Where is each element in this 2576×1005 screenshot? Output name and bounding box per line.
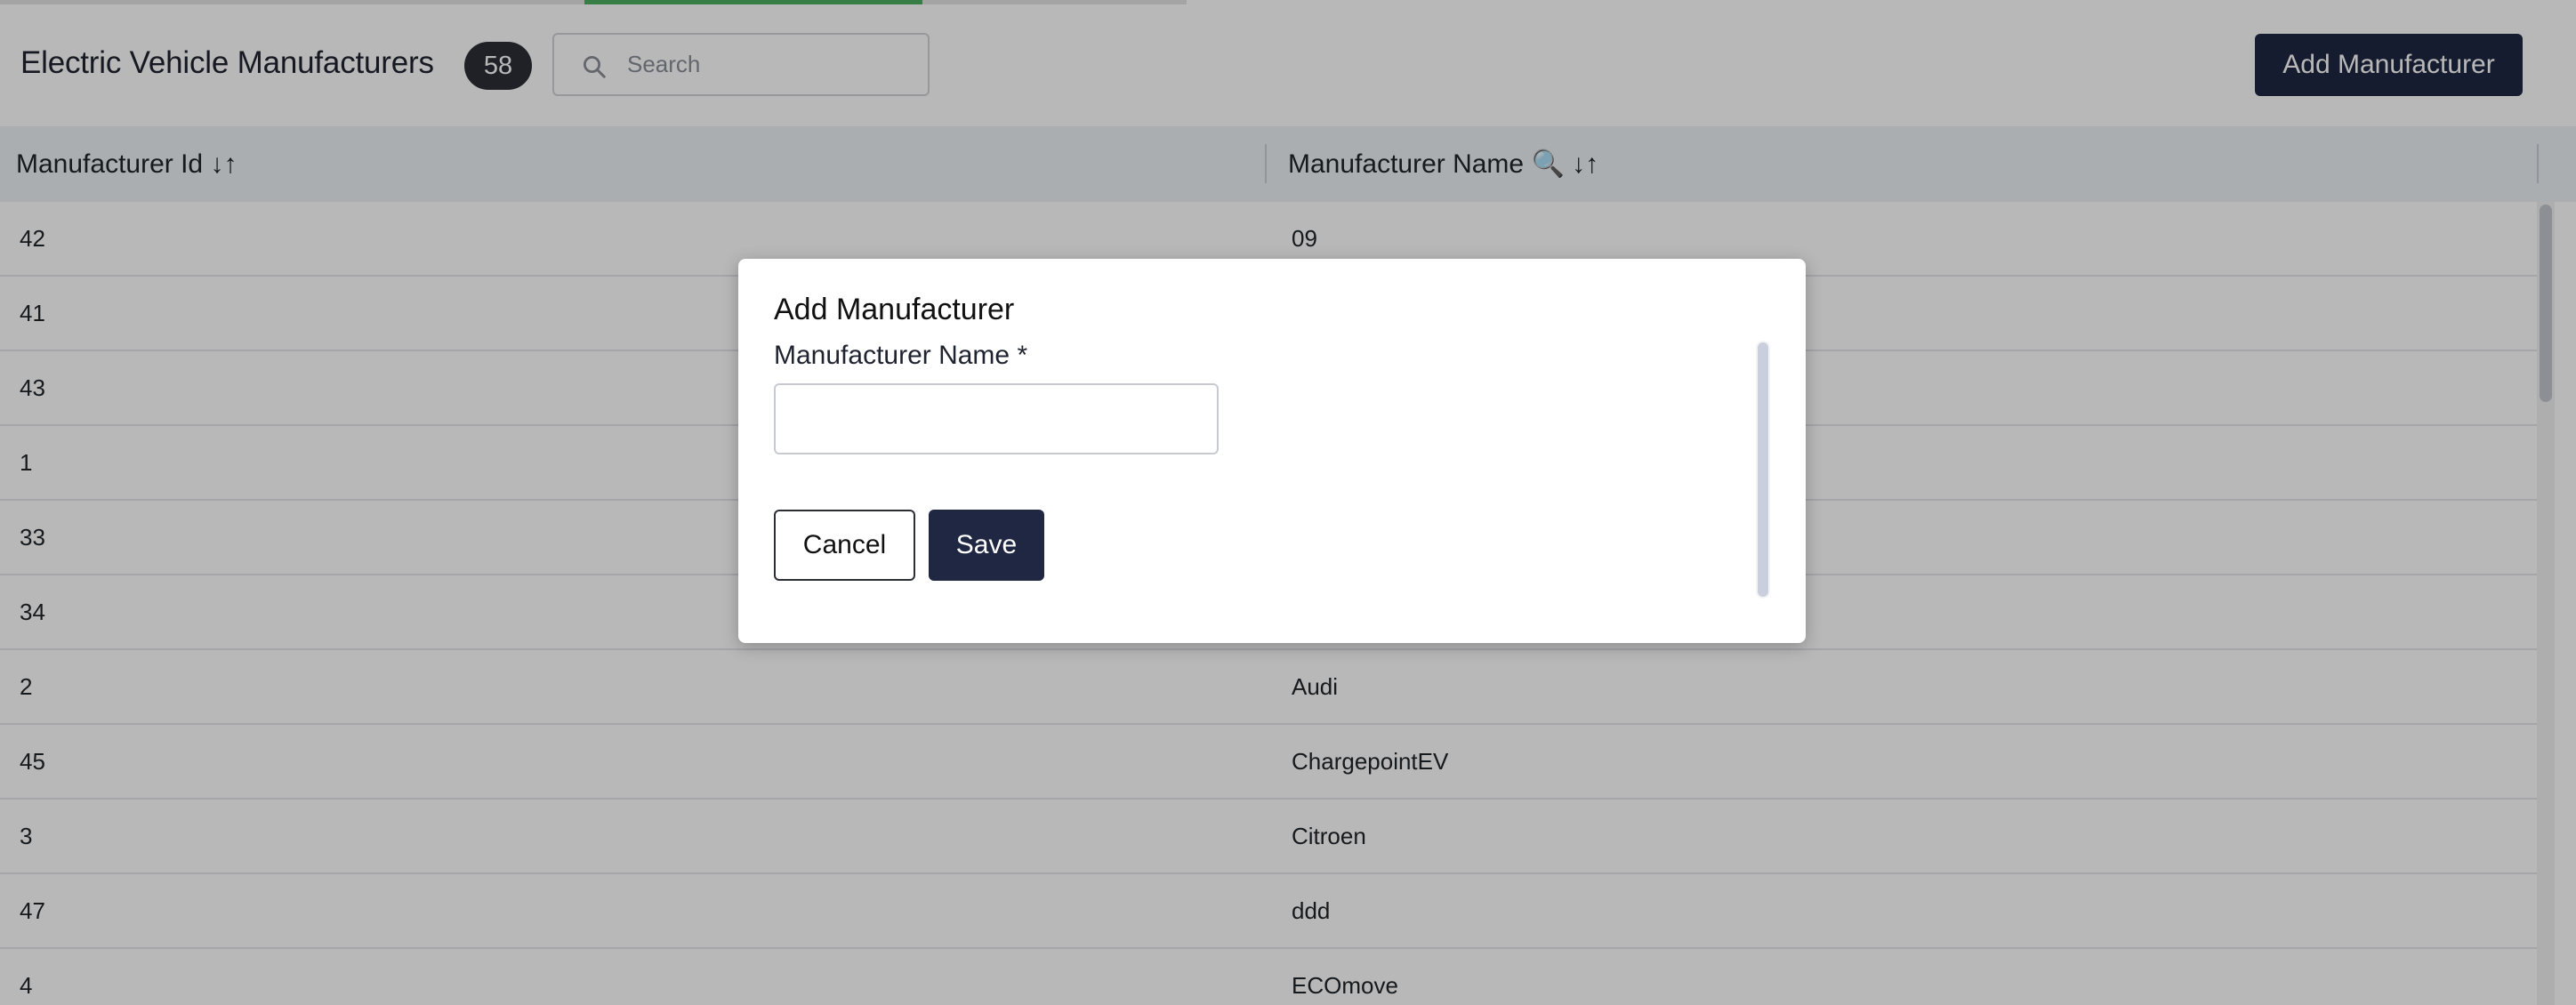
manufacturer-name-label: Manufacturer Name *: [774, 341, 1028, 370]
cancel-button[interactable]: Cancel: [774, 510, 915, 581]
app-root: Electric Vehicle Manufacturers 58 Add Ma…: [0, 0, 2576, 1005]
add-manufacturer-modal: Add Manufacturer Manufacturer Name * Can…: [738, 259, 1806, 643]
modal-scrollbar-thumb[interactable]: [1758, 342, 1768, 597]
manufacturer-name-input[interactable]: [774, 383, 1219, 454]
save-button[interactable]: Save: [929, 510, 1044, 581]
modal-title: Add Manufacturer: [774, 293, 1015, 326]
